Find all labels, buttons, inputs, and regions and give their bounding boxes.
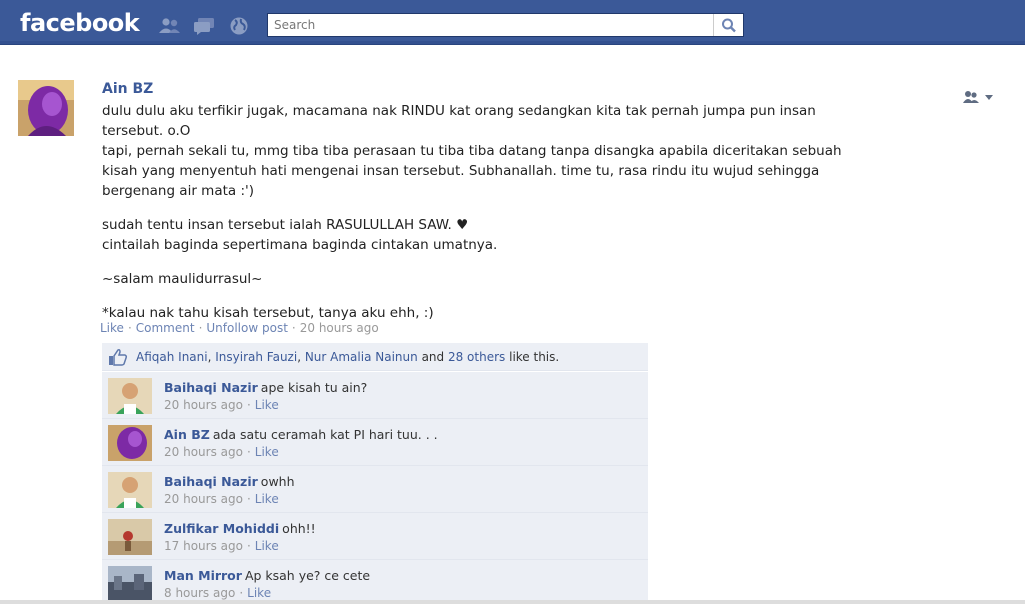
- others-likes-link[interactable]: 28 others: [448, 350, 505, 364]
- comment-text: ape kisah tu ain?: [260, 380, 368, 395]
- commenter-name[interactable]: Baihaqi Nazir: [164, 474, 258, 489]
- commenter-avatar[interactable]: [108, 566, 152, 602]
- comment-time[interactable]: 20 hours ago: [164, 492, 243, 506]
- post-actions: Like · Comment · Unfollow post · 20 hours ago: [100, 321, 379, 335]
- facebook-logo[interactable]: facebook: [20, 9, 140, 37]
- commenter-avatar[interactable]: [108, 378, 152, 414]
- commenter-name[interactable]: Man Mirror: [164, 568, 242, 583]
- comment-like-link[interactable]: Like: [247, 586, 271, 600]
- likes-suffix: like this.: [509, 350, 560, 364]
- comment-item: Baihaqi Nazir ape kisah tu ain? 20 hours …: [102, 372, 648, 419]
- commenter-avatar[interactable]: [108, 519, 152, 555]
- messages-icon[interactable]: [192, 16, 216, 36]
- comment-text: ada satu ceramah kat PI hari tuu. . .: [212, 427, 438, 442]
- liker-link[interactable]: Afiqah Inani: [136, 350, 208, 364]
- comment-like-link[interactable]: Like: [255, 539, 279, 553]
- post-author-name[interactable]: Ain BZ: [102, 81, 153, 97]
- audience-selector[interactable]: [962, 89, 1000, 107]
- search-input[interactable]: [268, 14, 714, 36]
- post-message: dulu dulu aku terfikir jugak, macamana n…: [102, 101, 962, 323]
- comment-item: Ain BZ ada satu ceramah kat PI hari tuu. …: [102, 419, 648, 466]
- comment-item: Zulfikar Mohiddi ohh!! 17 hours ago · Like: [102, 513, 648, 560]
- comment-time[interactable]: 8 hours ago: [164, 586, 235, 600]
- bottom-divider: [0, 600, 1025, 604]
- comment-text: owhh: [260, 474, 295, 489]
- post-paragraph: sudah tentu insan tersebut ialah RASULUL…: [102, 217, 498, 253]
- post-paragraph: *kalau nak tahu kisah tersebut, tanya ak…: [102, 305, 434, 321]
- commenter-name[interactable]: Ain BZ: [164, 427, 210, 442]
- commenter-name[interactable]: Zulfikar Mohiddi: [164, 521, 279, 536]
- liker-link[interactable]: Nur Amalia Nainun: [305, 350, 418, 364]
- comment-like-link[interactable]: Like: [255, 445, 279, 459]
- comment-item: Baihaqi Nazir owhh 20 hours ago · Like: [102, 466, 648, 513]
- comment-text: ohh!!: [282, 521, 316, 536]
- unfollow-post-link[interactable]: Unfollow post: [206, 321, 288, 335]
- thumbs-up-icon: [109, 349, 128, 366]
- friend-requests-icon[interactable]: [158, 16, 182, 36]
- search-icon: [722, 18, 736, 33]
- commenter-avatar[interactable]: [108, 472, 152, 508]
- commenter-name[interactable]: Baihaqi Nazir: [164, 380, 258, 395]
- top-bar: facebook: [0, 0, 1025, 45]
- commenter-avatar[interactable]: [108, 425, 152, 461]
- comments-list: Baihaqi Nazir ape kisah tu ain? 20 hours …: [102, 372, 648, 604]
- like-link[interactable]: Like: [100, 321, 124, 335]
- post-paragraph: dulu dulu aku terfikir jugak, macamana n…: [102, 103, 842, 199]
- comment-time[interactable]: 20 hours ago: [164, 398, 243, 412]
- notifications-globe-icon[interactable]: [227, 16, 251, 36]
- comment-time[interactable]: 20 hours ago: [164, 445, 243, 459]
- likes-summary: Afiqah Inani, Insyirah Fauzi, Nur Amalia…: [102, 343, 648, 371]
- post-paragraph: ~salam maulidurrasul~: [102, 271, 263, 287]
- friends-audience-icon: [963, 91, 993, 103]
- post-timestamp[interactable]: 20 hours ago: [300, 321, 379, 335]
- likes-and-text: and: [421, 350, 445, 364]
- comment-like-link[interactable]: Like: [255, 492, 279, 506]
- comment-like-link[interactable]: Like: [255, 398, 279, 412]
- comment-time[interactable]: 17 hours ago: [164, 539, 243, 553]
- search-box: [267, 13, 744, 37]
- search-button[interactable]: [713, 14, 743, 36]
- liker-link[interactable]: Insyirah Fauzi: [215, 350, 297, 364]
- comment-item: Man Mirror Ap ksah ye? ce cete 8 hours ag…: [102, 560, 648, 604]
- comment-text: Ap ksah ye? ce cete: [244, 568, 371, 583]
- post-author-avatar[interactable]: [18, 80, 74, 136]
- likes-text: Afiqah Inani, Insyirah Fauzi, Nur Amalia…: [136, 350, 560, 364]
- comment-link[interactable]: Comment: [136, 321, 195, 335]
